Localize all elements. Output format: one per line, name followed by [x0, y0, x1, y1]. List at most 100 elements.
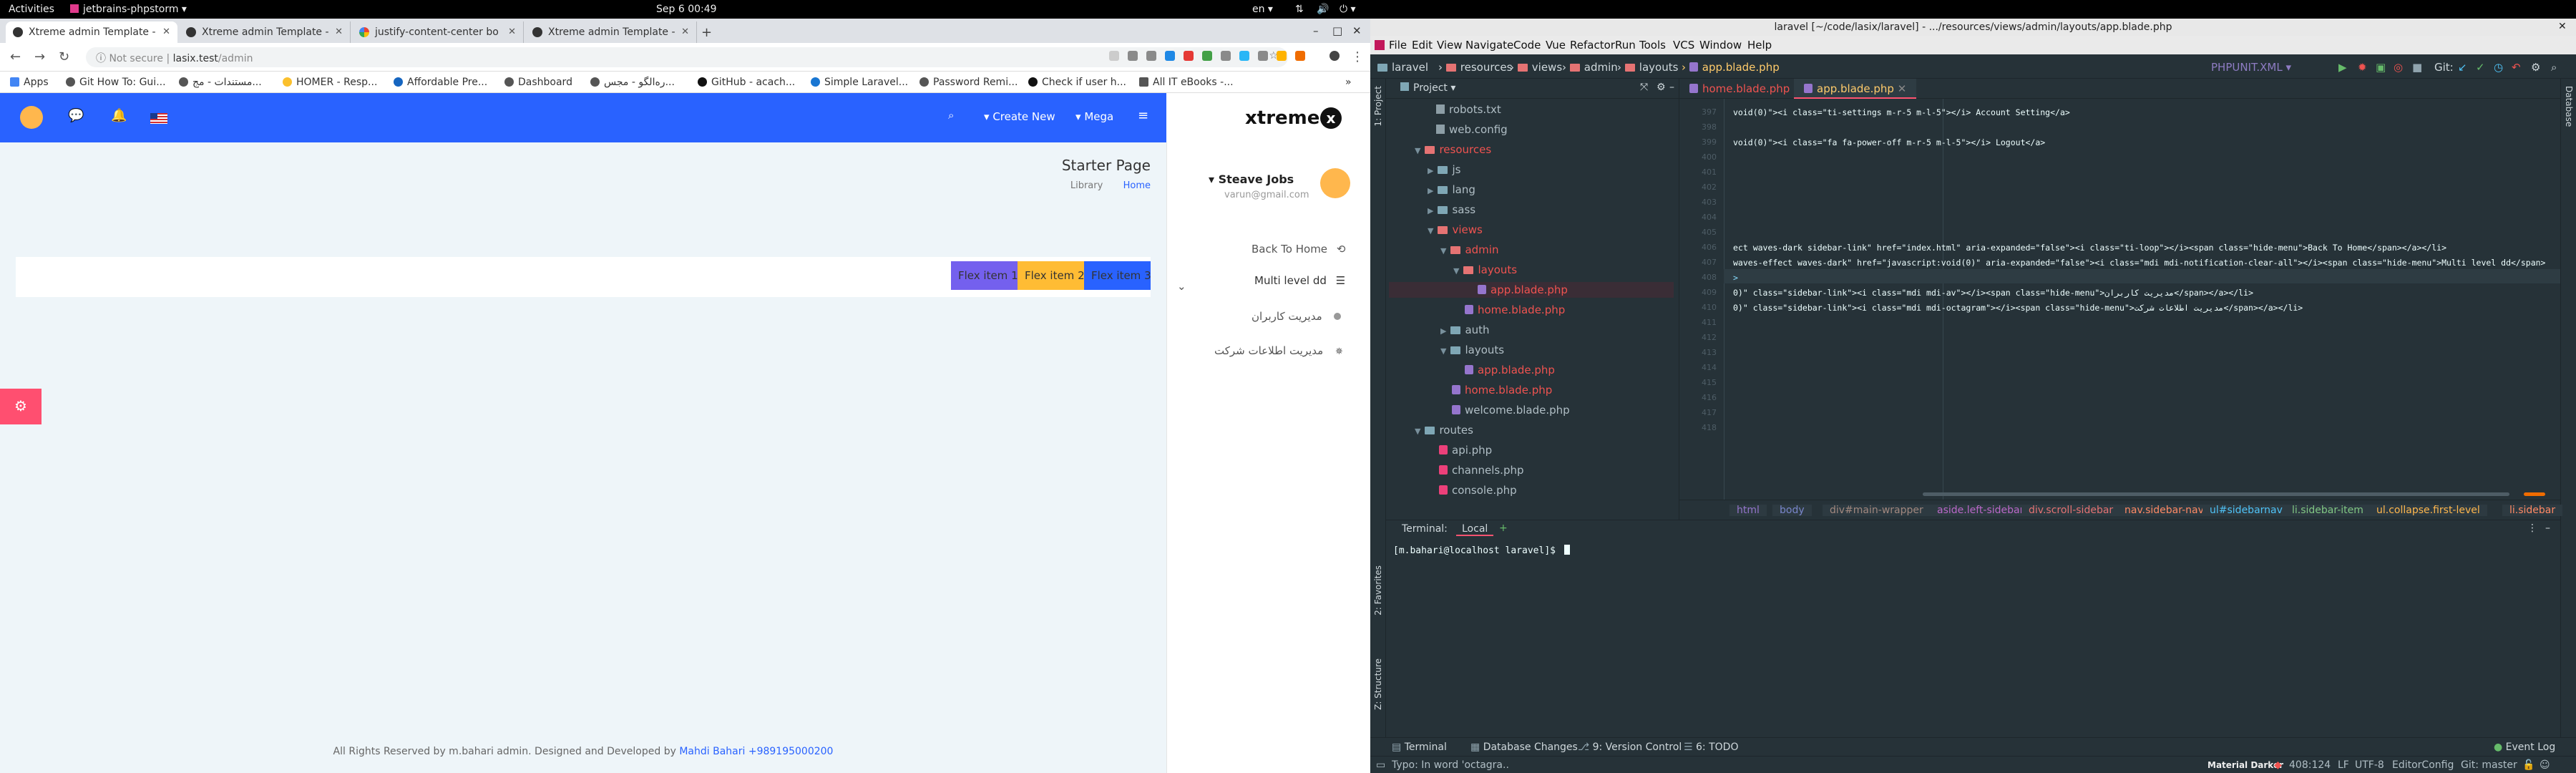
close-window-icon[interactable]: ✕ [2558, 21, 2567, 32]
add-terminal-icon[interactable]: + [1499, 522, 1508, 534]
editor-tab[interactable]: home.blade.php ✕ [1679, 79, 1813, 99]
user-avatar[interactable] [1320, 168, 1350, 198]
git-history-icon[interactable]: ◷ [2494, 61, 2503, 74]
chevron-down-icon[interactable]: ⌄ [1177, 280, 1186, 293]
tree-file[interactable]: console.php [1439, 484, 1517, 497]
event-log-tool-button[interactable]: ● Event Log [2494, 742, 2555, 753]
bookmark[interactable]: Affordable Pre... [394, 77, 487, 88]
address-bar[interactable]: ⓘ Not secure | lasix.test/admin ☆ [86, 47, 1288, 67]
tree-file[interactable]: app.blade.php [1465, 364, 1555, 376]
todo-tool-button[interactable]: ☰ 6: TODO [1684, 742, 1738, 753]
language-indicator[interactable]: en ▾ [1252, 4, 1273, 15]
extension-icon[interactable] [1146, 51, 1156, 61]
favorites-tool-button[interactable]: 2: Favorites [1373, 565, 1383, 616]
chat-icon[interactable]: 💬 [68, 108, 84, 123]
horizontal-scrollbar[interactable] [1923, 492, 2509, 496]
tree-folder[interactable]: ▶ sass [1428, 203, 1475, 216]
terminal-output[interactable]: [m.bahari@localhost laravel]$ [1393, 545, 1570, 556]
extension-icon[interactable] [1239, 51, 1249, 61]
extension-icon[interactable] [1277, 51, 1287, 61]
code-line[interactable]: void(0)"><i class="ti-settings m-r-5 m-l… [1733, 107, 2070, 117]
tree-folder[interactable]: ▶ lang [1428, 183, 1475, 196]
tree-file[interactable]: channels.php [1439, 464, 1524, 477]
new-tab-button[interactable]: + [701, 25, 712, 40]
activities-button[interactable]: Activities [9, 4, 54, 15]
menu-view[interactable]: View [1437, 39, 1463, 52]
extension-icon[interactable] [1202, 51, 1212, 61]
status-message[interactable]: Typo: In word 'octagra.. [1392, 759, 1509, 771]
reload-icon[interactable]: ↻ [59, 49, 69, 64]
tag-crumb[interactable]: body [1772, 505, 1812, 516]
editorconfig-indicator[interactable]: EditorConfig [2392, 759, 2454, 771]
tree-file[interactable]: api.php [1439, 444, 1492, 457]
search-icon[interactable]: ⌕ [948, 109, 954, 122]
tree-item[interactable]: robots.txt [1436, 103, 1501, 116]
project-tool-button[interactable]: 1: Project [1373, 86, 1383, 127]
terminal-settings-icon[interactable]: ⋮ [2527, 522, 2537, 534]
bookmark[interactable]: مستندات - مج... [179, 77, 262, 88]
close-window-icon[interactable]: ✕ [1352, 24, 1362, 37]
chrome-menu-icon[interactable]: ⋮ [1351, 49, 1364, 64]
extension-icon[interactable] [1184, 51, 1194, 61]
search-everywhere-icon[interactable]: ⌕ [2551, 61, 2557, 74]
bell-icon[interactable]: 🔔 [111, 108, 127, 123]
run-icon[interactable]: ▶ [2338, 61, 2347, 74]
brand-name[interactable]: xtreme [1245, 107, 1319, 129]
nav-crumb-resources[interactable]: › resources [1438, 61, 1512, 74]
nav-crumb-laravel[interactable]: laravel [1377, 61, 1428, 74]
clock[interactable]: Sep 6 00:49 [656, 4, 717, 15]
nav-crumb-admin[interactable]: › admin [1562, 61, 1618, 74]
tree-folder[interactable]: ▼ routes [1415, 424, 1473, 437]
tree-folder[interactable]: ▼ admin [1440, 243, 1498, 256]
status-toggle-icon[interactable]: ▭ [1376, 759, 1385, 771]
bookmark-apps[interactable]: Apps [10, 77, 49, 88]
browser-tab[interactable]: justify-content-center bo ✕ [352, 21, 524, 43]
menu-file[interactable]: File [1389, 39, 1407, 52]
settings-icon[interactable]: ⚙ [2531, 61, 2540, 74]
tag-crumb[interactable]: ul.collapse.first-level [2369, 505, 2487, 516]
panel-settings-icon[interactable]: ⚙ [1657, 82, 1666, 93]
bookmark[interactable]: HOMER - Resp... [283, 77, 377, 88]
git-branch[interactable]: Git: master [2461, 759, 2517, 771]
tag-crumb[interactable]: nav.sidebar-nav [2117, 505, 2211, 516]
browser-tab[interactable]: Xtreme admin Template - ✕ [6, 21, 177, 43]
tag-crumb[interactable]: li.sidebar [2502, 505, 2563, 516]
tree-item[interactable]: web.config [1436, 123, 1508, 136]
app-menu[interactable]: jetbrains-phpstorm ▾ [70, 4, 187, 15]
bookmark[interactable]: GitHub - acach... [698, 77, 795, 88]
tree-file[interactable]: home.blade.php [1452, 384, 1552, 397]
forward-icon[interactable]: → [34, 49, 45, 64]
profile-avatar[interactable] [1330, 51, 1340, 61]
tree-folder[interactable]: ▼ views [1428, 223, 1483, 236]
hide-panel-icon[interactable]: – [1669, 82, 1674, 93]
code-line[interactable]: 0)" class="sidebar-link"><i class="mdi m… [1733, 303, 2303, 313]
close-tab-icon[interactable]: ✕ [335, 26, 343, 37]
close-tab-icon[interactable]: ✕ [508, 26, 516, 37]
menu-code[interactable]: Code [1513, 39, 1541, 52]
breadcrumb-library[interactable]: Library [1070, 180, 1103, 191]
tree-folder[interactable]: ▶ auth [1440, 324, 1490, 336]
menu-help[interactable]: Help [1747, 39, 1772, 52]
footer-link[interactable]: Mahdi Bahari +989195000200 [679, 746, 833, 757]
nav-crumb-layouts[interactable]: › layouts [1617, 61, 1678, 74]
hide-terminal-icon[interactable]: – [2545, 522, 2550, 534]
bookmark[interactable]: ره‌الگو - مجس... [590, 77, 675, 88]
tree-file[interactable]: home.blade.php [1465, 303, 1565, 316]
menu-vcs[interactable]: VCS [1673, 39, 1694, 52]
tag-crumb[interactable]: div.scroll-sidebar [2021, 505, 2121, 516]
menu-refactor[interactable]: Refactor [1570, 39, 1615, 52]
back-icon[interactable]: ← [10, 49, 21, 64]
bookmark[interactable]: Password Remi... [919, 77, 1018, 88]
sidebar-item-users[interactable]: مدیریت کاربران [1252, 310, 1342, 323]
close-tab-icon[interactable]: ✕ [162, 26, 170, 37]
bookmark[interactable]: Dashboard [504, 77, 572, 88]
extension-icon[interactable] [1109, 51, 1119, 61]
code-line-current[interactable]: 0)" class="sidebar-link"><i class="mdi m… [1733, 288, 2253, 298]
menu-tools[interactable]: Tools [1639, 39, 1666, 52]
code-line[interactable]: void(0)"><i class="fa fa-power-off m-r-5… [1733, 137, 2045, 147]
breadcrumb-home[interactable]: Home [1123, 180, 1151, 191]
debug-icon[interactable]: ✹ [2358, 61, 2367, 74]
user-name-dropdown[interactable]: ▾ Steave Jobs [1209, 172, 1294, 186]
tag-crumb[interactable]: li.sidebar-item [2285, 505, 2371, 516]
git-update-icon[interactable]: ↙ [2458, 61, 2467, 74]
